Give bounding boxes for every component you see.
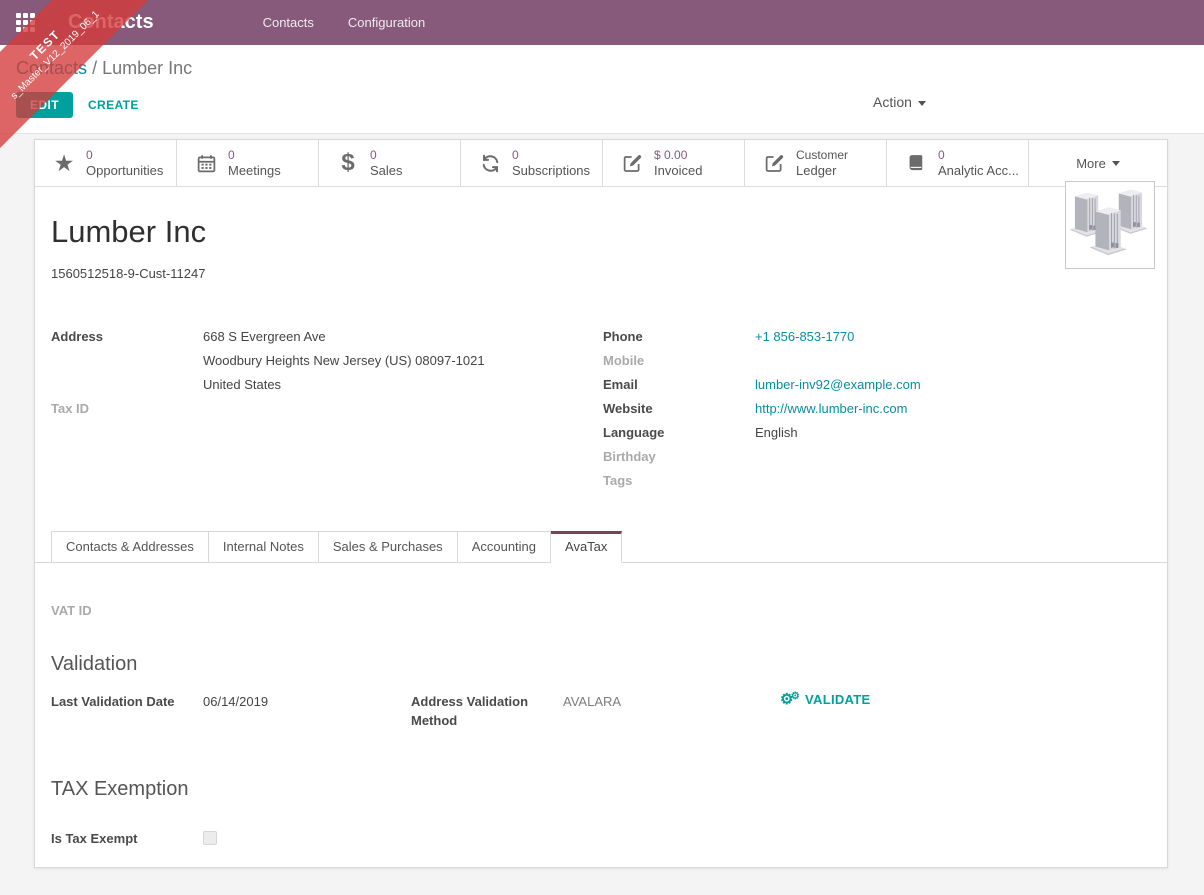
birthday-label: Birthday	[603, 445, 755, 469]
tab-contacts-addresses[interactable]: Contacts & Addresses	[51, 531, 209, 563]
tags-label: Tags	[603, 469, 755, 493]
menu-configuration[interactable]: Configuration	[331, 2, 442, 43]
field-birthday: Birthday	[603, 445, 1151, 469]
field-email: Email lumber-inv92@example.com	[603, 373, 1151, 397]
refresh-icon	[478, 153, 502, 174]
stat-meetings-button[interactable]: 0 Meetings	[177, 140, 319, 186]
buildings-image	[1070, 186, 1150, 264]
validate-button[interactable]: ⚙⚙ VALIDATE	[780, 692, 871, 730]
tab-sales-purchases[interactable]: Sales & Purchases	[319, 531, 458, 563]
field-website: Website http://www.lumber-inc.com	[603, 397, 1151, 421]
gears-icon: ⚙⚙	[780, 692, 803, 707]
field-tax-id: Tax ID	[51, 397, 603, 421]
record-title: Lumber Inc	[51, 215, 1151, 249]
apps-menu-icon[interactable]	[16, 13, 35, 32]
stat-analytic-accounts-button[interactable]: 0 Analytic Acc...	[887, 140, 1029, 186]
top-navbar: Contacts Contacts Configuration	[0, 0, 1204, 45]
star-icon: ★	[52, 152, 76, 175]
validation-heading: Validation	[51, 653, 1151, 676]
calendar-icon	[194, 153, 218, 174]
field-address-validation-method: Address Validation Method AVALARA	[411, 692, 780, 730]
avatax-tab-content: VAT ID Validation Last Validation Date 0…	[51, 563, 1151, 851]
mobile-label: Mobile	[603, 349, 755, 373]
tab-accounting[interactable]: Accounting	[458, 531, 551, 563]
details-section: Address 668 S Evergreen Ave Woodbury Hei…	[51, 325, 1151, 493]
address-validation-method-label: Address Validation Method	[411, 692, 543, 730]
company-avatar[interactable]	[1065, 181, 1155, 269]
chevron-down-icon	[1112, 161, 1120, 166]
notebook-tabs: Contacts & Addresses Internal Notes Sale…	[35, 531, 1167, 563]
last-validation-date-label: Last Validation Date	[51, 692, 203, 730]
contacts-form-page: Contacts Contacts Configuration Contacts…	[0, 0, 1204, 895]
email-label: Email	[603, 373, 755, 397]
stat-button-row: ★ 0 Opportunities 0 Meetings	[35, 140, 1167, 187]
pencil-square-icon	[762, 153, 786, 174]
field-vat-id: VAT ID	[51, 599, 1151, 623]
address-label: Address	[51, 325, 203, 397]
stat-opportunities-button[interactable]: ★ 0 Opportunities	[35, 140, 177, 186]
is-tax-exempt-label: Is Tax Exempt	[51, 827, 203, 851]
stat-sales-button[interactable]: $ 0 Sales	[319, 140, 461, 186]
field-tags: Tags	[603, 469, 1151, 493]
field-address: Address 668 S Evergreen Ave Woodbury Hei…	[51, 325, 603, 397]
tax-id-label: Tax ID	[51, 397, 203, 421]
phone-link[interactable]: +1 856-853-1770	[755, 329, 854, 344]
control-panel: Contacts / Lumber Inc EDIT CREATE Action	[0, 45, 1204, 134]
dollar-icon: $	[336, 151, 360, 175]
stat-customer-ledger-button[interactable]: Customer Ledger	[745, 140, 887, 186]
field-language: Language English	[603, 421, 1151, 445]
book-icon	[904, 153, 928, 173]
field-phone: Phone +1 856-853-1770	[603, 325, 1151, 349]
stat-subscriptions-button[interactable]: 0 Subscriptions	[461, 140, 603, 186]
tab-internal-notes[interactable]: Internal Notes	[209, 531, 319, 563]
app-title: Contacts	[68, 11, 154, 34]
language-label: Language	[603, 421, 755, 445]
field-last-validation-date: Last Validation Date 06/14/2019	[51, 692, 411, 730]
phone-label: Phone	[603, 325, 755, 349]
breadcrumb-current: Lumber Inc	[102, 58, 192, 78]
record-reference: 1560512518-9-Cust-11247	[51, 266, 1151, 281]
is-tax-exempt-checkbox[interactable]	[203, 831, 217, 845]
breadcrumb-contacts-link[interactable]: Contacts	[16, 58, 87, 78]
pencil-square-icon	[620, 153, 644, 174]
email-link[interactable]: lumber-inv92@example.com	[755, 377, 921, 392]
breadcrumb-separator: /	[92, 58, 97, 78]
tab-avatax[interactable]: AvaTax	[551, 531, 622, 563]
website-link[interactable]: http://www.lumber-inc.com	[755, 401, 907, 416]
breadcrumb: Contacts / Lumber Inc	[16, 58, 1188, 79]
tax-exemption-heading: TAX Exemption	[51, 778, 1151, 801]
address-value[interactable]: 668 S Evergreen Ave Woodbury Heights New…	[203, 325, 485, 397]
field-mobile: Mobile	[603, 349, 1151, 373]
field-is-tax-exempt: Is Tax Exempt	[51, 827, 1151, 851]
language-value[interactable]: English	[755, 421, 798, 445]
top-menu: Contacts Configuration	[246, 2, 443, 43]
more-dropdown[interactable]: More	[1029, 140, 1167, 186]
edit-button[interactable]: EDIT	[16, 92, 73, 118]
last-validation-date-value[interactable]: 06/14/2019	[203, 692, 268, 730]
create-button[interactable]: CREATE	[88, 98, 139, 112]
form-sheet: ★ 0 Opportunities 0 Meetings	[34, 139, 1168, 868]
vat-id-label: VAT ID	[51, 599, 203, 623]
stat-invoiced-button[interactable]: $ 0.00 Invoiced	[603, 140, 745, 186]
content-area: ★ 0 Opportunities 0 Meetings	[0, 134, 1204, 868]
action-dropdown[interactable]: Action	[873, 94, 926, 110]
menu-contacts[interactable]: Contacts	[246, 2, 331, 43]
address-validation-method-value[interactable]: AVALARA	[563, 692, 621, 730]
website-label: Website	[603, 397, 755, 421]
chevron-down-icon	[918, 101, 926, 106]
